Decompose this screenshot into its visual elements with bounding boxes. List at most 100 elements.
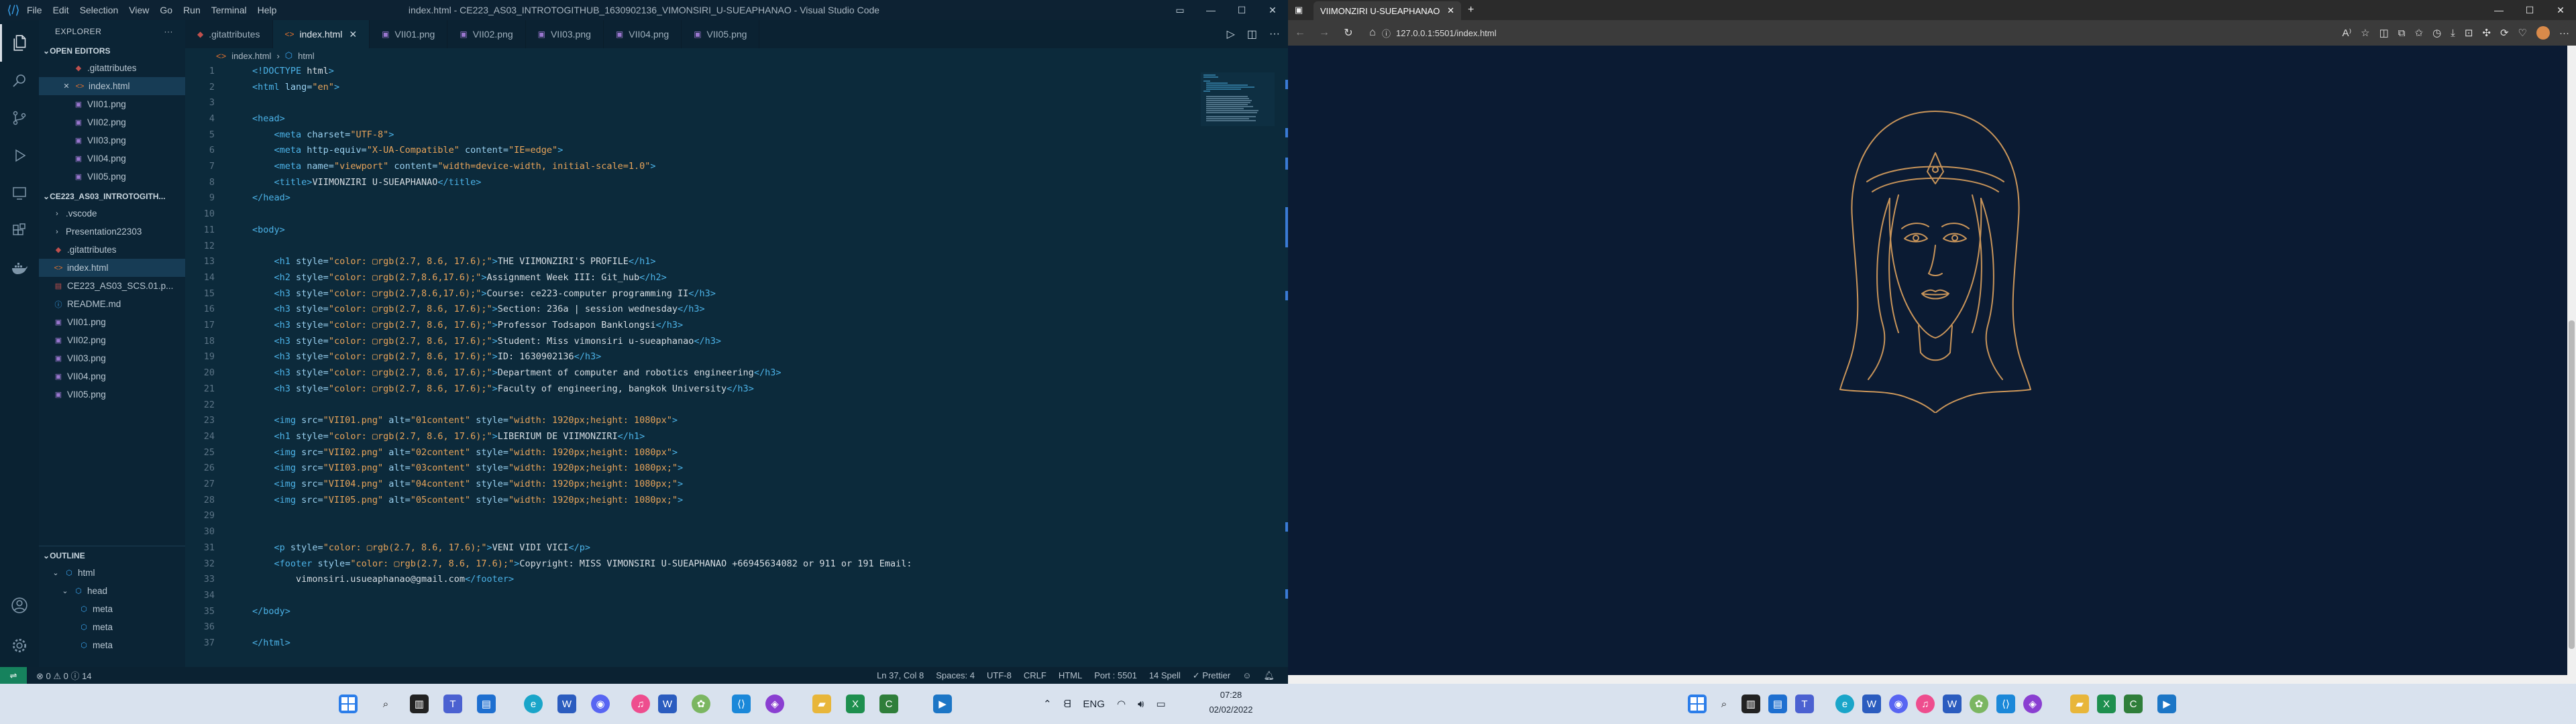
file-tree-item[interactable]: ◆ .gitattributes [39,241,185,259]
code-line[interactable]: 9 </head> [185,190,1191,206]
run-icon[interactable]: ▷ [1227,27,1235,41]
wifi-icon[interactable]: ◠ [1117,698,1126,710]
tab-vii02[interactable]: ▣ VII02.png [447,20,526,48]
code-line[interactable]: 32 <footer style="color: ▢rgb(2.7, 8.6, … [185,556,1191,572]
spell-check-indicator[interactable]: 14 Spell [1149,670,1181,681]
remote-indicator-icon[interactable]: ⇌ [0,667,27,684]
breadcrumb-element[interactable]: html [298,51,315,61]
page-horizontal-scrollbar[interactable] [1288,675,2569,684]
read-aloud-icon[interactable]: A⁾ [2342,27,2351,39]
home-icon[interactable]: ⌂ [1360,21,1385,45]
menu-help[interactable]: Help [258,5,277,15]
taskbar-search-icon-2[interactable]: ⌕ [1715,695,1733,713]
app-green-icon-2[interactable]: C [2124,695,2143,713]
code-line[interactable]: 37 </html> [185,635,1191,651]
explorer-icon[interactable] [0,24,39,62]
open-editor-item-active[interactable]: ✕ <> index.html [39,77,185,95]
widgets-icon-2[interactable]: ▤ [1768,695,1787,713]
open-editor-item[interactable]: ▣ VII01.png [39,95,185,113]
file-tree-item[interactable]: › .vscode [39,204,185,223]
code-line[interactable]: 23 <img src="VII01.png" alt="01content" … [185,412,1191,428]
code-line[interactable]: 18 <h3 style="color: ▢rgb(2.7, 8.6, 17.6… [185,333,1191,349]
word-doc-icon[interactable]: W [658,695,677,713]
add-favorite-icon[interactable]: ☆ [2361,27,2369,39]
tab-actions-icon[interactable]: ▣ [1295,5,1303,15]
excel-icon-2[interactable]: X [2097,695,2116,713]
code-line[interactable]: 26 <img src="VII03.png" alt="03content" … [185,461,1191,477]
code-line[interactable]: 35 </body> [185,603,1191,619]
screen-app-icon[interactable]: ▶ [933,695,952,713]
file-tree-item[interactable]: ⓘ README.md [39,295,185,313]
teams-icon-2[interactable]: T [1795,695,1814,713]
start-windows-icon-2[interactable] [1688,695,1707,713]
edge-icon-2[interactable]: e [1835,695,1854,713]
sync-icon[interactable]: ⟳ [2500,27,2509,39]
run-debug-icon[interactable] [0,137,39,174]
minimize-icon[interactable]: — [2483,0,2514,20]
tab-gitattributes[interactable]: ◆ .gitattributes [185,20,273,48]
history-icon[interactable]: ◷ [2432,27,2441,39]
code-line[interactable]: 8 <title>VIIMONZIRI U-SUEAPHANAO</title> [185,174,1191,190]
music-icon-2[interactable]: ♫ [1916,695,1935,713]
file-tree-item[interactable]: ▣ VII04.png [39,367,185,385]
language-mode[interactable]: HTML [1059,670,1082,681]
volume-icon[interactable]: 🔊︎ [1138,699,1144,710]
code-line[interactable]: 22 [185,397,1191,413]
prettier-indicator[interactable]: ✓ Prettier [1193,670,1230,681]
extensions-icon[interactable] [0,212,39,249]
profile-icon[interactable] [2536,26,2550,40]
menu-file[interactable]: File [27,5,42,15]
menu-edit[interactable]: Edit [53,5,69,15]
teams-icon[interactable]: T [443,695,462,713]
task-view-icon-2[interactable]: ▥ [1741,695,1760,713]
address-bar[interactable]: ⓘ 127.0.0.1:5501/index.html [1382,23,2207,43]
menu-run[interactable]: Run [183,5,201,15]
code-editor[interactable]: 1 <!DOCTYPE html> 2 <html lang="en"> 3 4 <head… [185,63,1191,666]
menu-terminal[interactable]: Terminal [211,5,247,15]
language-indicator[interactable]: ENG [1083,699,1105,710]
open-editor-item[interactable]: ◆ .gitattributes [39,59,185,77]
file-tree-item[interactable]: › Presentation22303 [39,223,185,241]
layout-icon[interactable]: ▭ [1165,0,1195,20]
outline-item[interactable]: ⬡ meta [39,600,185,618]
open-editors-section[interactable]: ⌄ OPEN EDITORS [39,43,185,59]
outline-item[interactable]: ⌄ ⬡ html [39,564,185,582]
split-editor-icon[interactable]: ◫ [1247,27,1257,41]
breadcrumb-file[interactable]: index.html [231,51,271,61]
code-line[interactable]: 6 <meta http-equiv="X-UA-Compatible" con… [185,143,1191,159]
code-line[interactable]: 1 <!DOCTYPE html> [185,63,1191,79]
screen-app-icon-2[interactable]: ▶ [2157,695,2176,713]
outline-item[interactable]: ⬡ meta [39,618,185,636]
excel-icon[interactable]: X [846,695,865,713]
file-tree-item[interactable]: ▣ VII02.png [39,331,185,349]
editor-scrollbar[interactable] [1281,63,1288,666]
app-icon-2[interactable]: ✿ [1970,695,1988,713]
cursor-position[interactable]: Ln 37, Col 8 [877,670,924,681]
widgets-icon[interactable]: ▤ [477,695,496,713]
browser-tab[interactable]: VIIMONZIRI U-SUEAPHANAO ✕ [1313,1,1461,20]
menu-view[interactable]: View [129,5,149,15]
back-arrow-icon[interactable]: ← [1288,21,1312,45]
app-purple-icon[interactable]: ◈ [765,695,784,713]
code-line[interactable]: 36 [185,619,1191,636]
more-actions-icon[interactable]: ··· [164,27,174,36]
maximize-icon[interactable]: ☐ [2514,0,2545,20]
tab-vii05[interactable]: ▣ VII05.png [682,20,760,48]
code-line[interactable]: 2 <html lang="en"> [185,79,1191,95]
close-icon[interactable]: ✕ [1257,0,1288,20]
code-line[interactable]: 11 <body> [185,222,1191,238]
settings-gear-icon[interactable] [0,627,39,664]
code-line[interactable]: 14 <h2 style="color: ▢rgb(2.7,8.6,17.6);… [185,269,1191,286]
discord-icon[interactable]: ◉ [591,695,610,713]
notifications-bell-icon[interactable]: 🔔︎ [1263,670,1275,681]
more-icon[interactable]: ··· [1269,28,1280,40]
word-icon[interactable]: W [557,695,576,713]
word-doc-icon-2[interactable]: W [1943,695,1962,713]
code-line[interactable]: 15 <h3 style="color: ▢rgb(2.7,8.6,17.6);… [185,286,1191,302]
refresh-icon[interactable]: ↻ [1336,21,1360,45]
discord-icon-2[interactable]: ◉ [1889,695,1908,713]
app-icon[interactable]: ✿ [692,695,710,713]
word-icon-2[interactable]: W [1862,695,1881,713]
scroll-thumb[interactable] [2569,320,2575,649]
close-editor-icon[interactable]: ✕ [62,82,71,90]
